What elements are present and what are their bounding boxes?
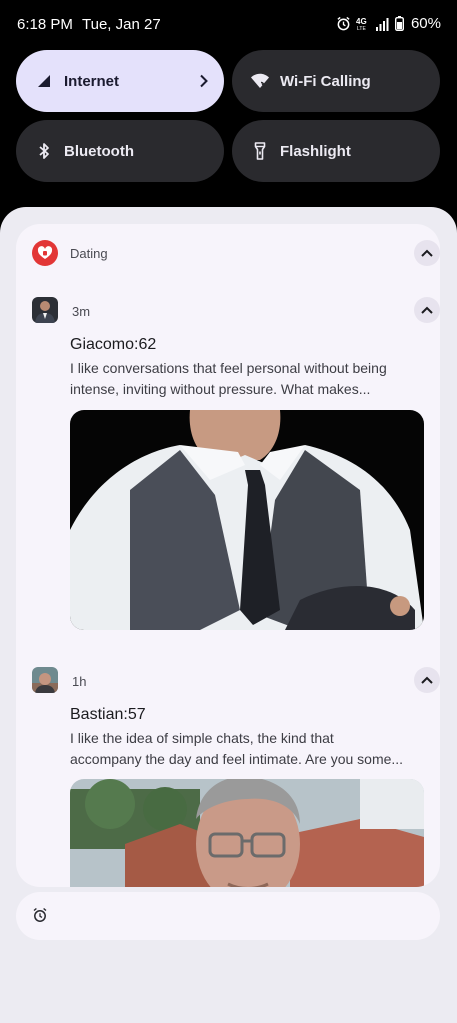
- chevron-up-icon: [421, 671, 433, 689]
- notification-body-line: accompany the day and feel intimate. Are…: [70, 751, 404, 767]
- status-date: Tue, Jan 27: [82, 16, 161, 33]
- notification-body: I like conversations that feel personal …: [70, 358, 420, 400]
- tile-wifi-calling-label: Wi-Fi Calling: [280, 72, 371, 90]
- notification-photo[interactable]: [70, 779, 424, 887]
- app-name: Dating: [70, 246, 108, 261]
- tile-internet-label: Internet: [64, 72, 120, 90]
- notification-time: 3m: [72, 304, 91, 319]
- notification-item[interactable]: 1h Bastian:57 I like the idea of simple …: [32, 667, 440, 887]
- alarm-icon: [32, 907, 48, 928]
- avatar: [32, 297, 58, 323]
- chevron-up-icon: [421, 301, 433, 319]
- tile-internet[interactable]: Internet: [16, 50, 224, 112]
- notification-time: 1h: [72, 674, 87, 689]
- notification-collapse-button[interactable]: [414, 297, 440, 323]
- dating-app-logo-icon: [32, 240, 58, 266]
- notification-body: I like the idea of simple chats, the kin…: [70, 728, 420, 770]
- status-bar: 6:18 PM Tue, Jan 27 4G LTE 60%: [0, 0, 457, 50]
- chevron-right-icon: [184, 74, 224, 88]
- notification-title: Giacomo:62: [70, 336, 157, 353]
- tile-bluetooth-label: Bluetooth: [64, 142, 134, 160]
- chevron-up-icon: [421, 244, 433, 262]
- notification-title: Bastian:57: [70, 706, 146, 723]
- notification-body-line: intense, inviting without pressure. What…: [70, 381, 371, 397]
- battery-icon: [394, 16, 404, 31]
- battery-percentage: 60%: [410, 15, 441, 32]
- signal-icon: [16, 74, 64, 88]
- network-type-icon: 4G LTE: [356, 16, 370, 31]
- signal-icon: [375, 17, 390, 31]
- tile-flashlight[interactable]: Flashlight: [232, 120, 440, 182]
- bluetooth-icon: [16, 142, 64, 160]
- status-icons: 4G LTE 60%: [336, 15, 441, 32]
- tile-flashlight-label: Flashlight: [280, 142, 351, 160]
- alarm-footer-pill[interactable]: [16, 892, 440, 940]
- flashlight-icon: [232, 142, 280, 160]
- notification-collapse-button[interactable]: [414, 667, 440, 693]
- alarm-icon: [336, 16, 351, 31]
- group-collapse-button[interactable]: [414, 240, 440, 266]
- app-header: Dating: [32, 240, 440, 268]
- tile-bluetooth[interactable]: Bluetooth: [16, 120, 224, 182]
- wifi-calling-icon: [232, 73, 280, 89]
- avatar: [32, 667, 58, 693]
- notification-item[interactable]: 3m Giacomo:62 I like conversations that …: [32, 297, 440, 632]
- status-time: 6:18 PM: [17, 16, 73, 33]
- tile-wifi-calling[interactable]: Wi-Fi Calling: [232, 50, 440, 112]
- notification-group-card[interactable]: Dating 3m Giacomo:62 I like conversation…: [16, 224, 440, 887]
- notification-body-line: I like the idea of simple chats, the kin…: [70, 730, 334, 746]
- notification-body-line: I like conversations that feel personal …: [70, 360, 387, 376]
- svg-text:4G: 4G: [356, 17, 367, 26]
- notification-photo[interactable]: [70, 410, 424, 630]
- svg-text:LTE: LTE: [357, 26, 366, 31]
